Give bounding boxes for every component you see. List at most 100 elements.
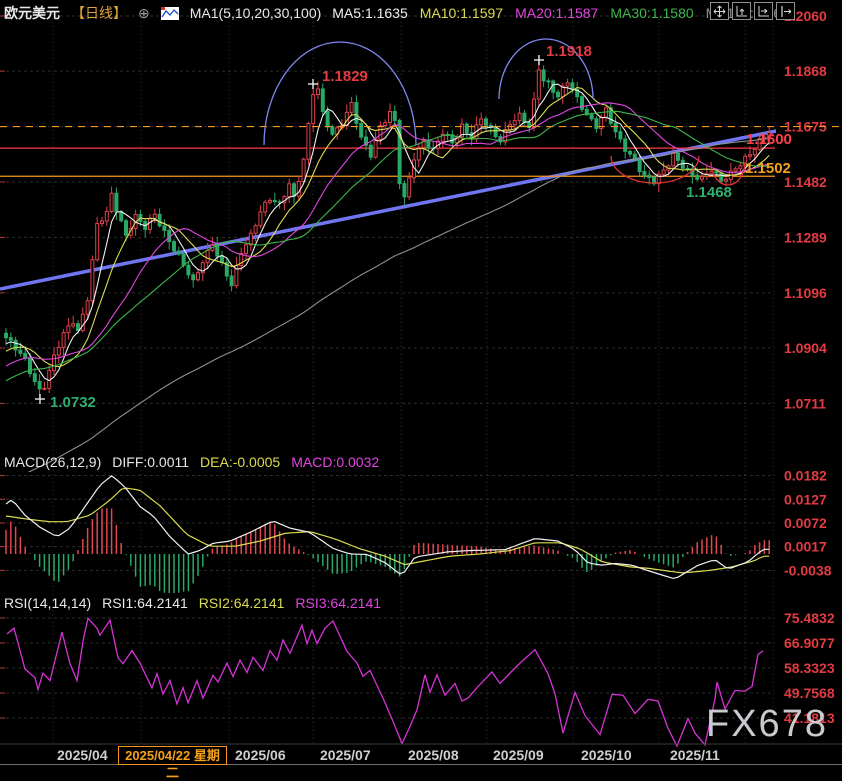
candle-body [537,70,540,99]
candle-body [192,275,195,280]
date-axis: 2025/04/22 星期二 2025/042025/062025/072025… [0,746,842,766]
axis-label: 0.0182 [784,468,827,484]
candle-body [677,153,680,160]
extreme-cross-marker [308,79,318,89]
candle-body [629,151,632,154]
candle-body [480,119,483,125]
chart-toolbar [710,2,795,20]
candle-body [264,202,267,212]
candle-body [81,314,84,330]
axis-label: 58.3323 [784,660,835,676]
ma20-line [6,103,769,366]
candle-body [221,256,224,263]
candle-body [509,125,512,130]
candle-body [379,126,382,140]
candle-body [72,324,75,326]
chart-canvas[interactable]: 1.20601.18681.16751.14821.12891.10961.09… [0,0,842,766]
candle-body [33,374,36,382]
watermark: FX678 [706,703,828,746]
price-pane[interactable] [0,57,786,485]
candle-body [321,89,324,112]
axis-label: 1.0711 [784,395,826,411]
macd-header: MACD(26,12,9) DIFF:0.0011 DEA:-0.0005 MA… [4,454,379,470]
candle-body [523,113,526,122]
candle-body [153,214,156,218]
candle-body [389,112,392,123]
price-annotation: 1.1468 [686,184,732,201]
candle-body [465,124,468,133]
rsi-pane[interactable] [7,618,763,746]
candle-body [566,83,569,86]
candle-body [374,139,377,157]
candle-body [725,179,728,181]
candle-body [254,226,257,234]
rsi-title: RSI(14,14,14) [4,595,91,611]
candle-body [701,177,704,180]
ma5-value: MA5:1.1635 [332,5,408,21]
axis-label: -0.0038 [784,562,832,578]
candle-body [115,193,118,211]
candle-body [297,181,300,196]
macd-dea-value: DEA:-0.0005 [200,454,280,470]
candle-body [350,103,353,113]
candle-body [288,184,291,197]
candle-body [312,95,315,124]
axis-label: 75.4832 [784,610,835,626]
axis-label: 0.0127 [784,491,827,507]
candle-body [197,273,200,280]
candle-body [542,70,545,81]
rsi-line [7,618,763,746]
circle-plus-icon[interactable]: ⊕ [138,5,150,22]
candle-body [581,97,584,110]
x-axis-tool-icon[interactable] [754,2,773,20]
macd-pane[interactable] [6,476,769,594]
candle-body [749,155,752,157]
date-label: 2025/10 [581,747,632,763]
candle-body [739,166,742,169]
candle-body [259,212,262,226]
candle-body [29,358,32,374]
extreme-cross-marker [534,55,544,65]
candle-body [360,123,363,137]
candle-body [53,355,56,370]
move-crosshair-icon[interactable] [710,2,729,20]
macd-diff-value: DIFF:0.0011 [112,454,189,470]
candle-body [696,175,699,179]
y-axis-tool-icon[interactable] [732,2,751,20]
candle-body [317,89,320,95]
candle-body [38,381,41,388]
candle-body [245,245,248,254]
period-label[interactable]: 【日线】 [71,3,127,23]
candle-body [614,123,617,131]
ma-group-label: MA1(5,10,20,30,100) [190,5,322,21]
price-annotation: 1.0732 [50,394,96,411]
trading-chart-window: 1.20601.18681.16751.14821.12891.10961.09… [0,0,842,766]
candle-body [269,200,272,202]
candle-body [5,333,8,337]
pane-shift-icon[interactable] [776,2,795,20]
macd-title: MACD(26,12,9) [4,454,101,470]
candle-body [720,173,723,181]
main-chart-header: 欧元美元 【日线】 ⊕ MA1(5,10,20,30,100) MA5:1.16… [4,3,781,23]
symbol-label: 欧元美元 [4,3,60,23]
candle-body [77,324,80,331]
candle-body [43,388,46,389]
candle-body [187,265,190,275]
chart-style-icon[interactable] [161,7,179,20]
axis-label: 1.0904 [784,340,827,356]
candle-body [605,108,608,117]
candle-body [91,260,94,301]
ma30-value: MA30:1.1580 [610,5,693,21]
selected-date-badge: 2025/04/22 星期二 [118,746,227,765]
candle-body [120,212,123,221]
candle-body [230,276,233,286]
candle-body [125,221,128,235]
candle-body [638,160,641,172]
candle-body [177,251,180,254]
candle-body [513,121,516,125]
candle-body [182,254,185,265]
candle-body [173,242,176,251]
candle-body [24,353,27,358]
axis-label: 1.1868 [784,63,827,79]
date-label: 2025/04 [57,747,108,763]
